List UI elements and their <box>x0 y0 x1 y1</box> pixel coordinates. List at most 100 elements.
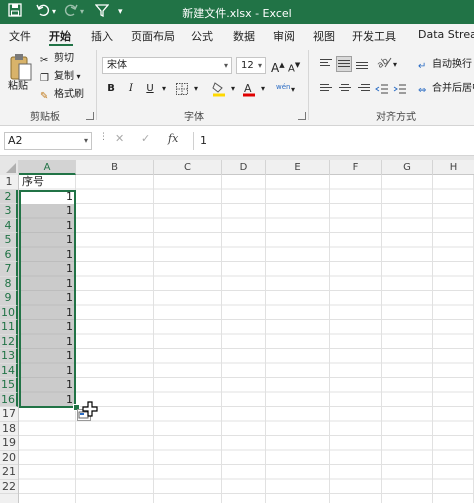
border-icon[interactable] <box>176 83 188 95</box>
align-left-icon[interactable] <box>319 82 333 96</box>
paste-icon[interactable] <box>8 52 32 82</box>
tab-insert[interactable]: 插入 <box>91 28 113 44</box>
font-color-dropdown-icon[interactable]: ▾ <box>256 82 270 96</box>
more-icon[interactable]: ⋮ <box>99 132 108 142</box>
phonetic-guide-button[interactable]: wén <box>276 80 290 94</box>
column-header-b[interactable]: B <box>76 160 154 175</box>
row-header-16[interactable]: 16 <box>0 392 18 407</box>
row-header-6[interactable]: 6 <box>0 247 18 262</box>
cell-a15[interactable]: 1 <box>19 378 75 393</box>
merge-center-button[interactable]: ⇔合并后居中 <box>418 82 474 96</box>
tab-view[interactable]: 视图 <box>313 28 335 44</box>
decrease-indent-icon[interactable] <box>375 82 389 96</box>
bold-button[interactable]: B <box>104 82 118 96</box>
cell-a13[interactable]: 1 <box>19 349 75 364</box>
tab-data[interactable]: 数据 <box>233 28 255 44</box>
increase-indent-icon[interactable] <box>393 82 407 96</box>
row-header-14[interactable]: 14 <box>0 363 18 378</box>
cell-a16[interactable]: 1 <box>19 393 75 408</box>
cell-a3[interactable]: 1 <box>19 204 75 219</box>
row-header-12[interactable]: 12 <box>0 334 18 349</box>
row-header-2[interactable]: 2 <box>0 189 18 204</box>
cell-a5[interactable]: 1 <box>19 233 75 248</box>
format-painter-button[interactable]: ✎ 格式刷 <box>40 88 84 102</box>
decrease-font-button[interactable]: A▼ <box>288 58 300 76</box>
underline-dropdown-icon[interactable]: ▾ <box>157 82 171 96</box>
row-header-15[interactable]: 15 <box>0 378 18 393</box>
column-header-d[interactable]: D <box>222 160 266 175</box>
tab-file[interactable]: 文件 <box>9 28 31 44</box>
column-header-h[interactable]: H <box>433 160 474 175</box>
phonetic-dropdown-icon[interactable]: ▾ <box>291 83 295 97</box>
font-size-box[interactable]: 12 ▾ <box>236 57 266 74</box>
cell-a7[interactable]: 1 <box>19 262 75 277</box>
tab-developer[interactable]: 开发工具 <box>352 28 396 44</box>
tab-formulas[interactable]: 公式 <box>191 28 213 44</box>
font-color-icon[interactable]: A <box>242 81 256 97</box>
select-all-corner[interactable] <box>0 160 19 175</box>
column-header-c[interactable]: C <box>154 160 222 175</box>
column-header-e[interactable]: E <box>266 160 330 175</box>
row-header-19[interactable]: 19 <box>0 436 18 451</box>
wrap-text-button[interactable]: ↵ 自动换行 <box>418 58 472 72</box>
name-box[interactable]: A2 ▾ <box>4 132 92 150</box>
column-header-g[interactable]: G <box>382 160 433 175</box>
row-header-4[interactable]: 4 <box>0 218 18 233</box>
copy-button[interactable]: ❐ 复制 ▾ <box>40 70 81 84</box>
row-header-21[interactable]: 21 <box>0 465 18 480</box>
align-right-icon[interactable] <box>357 82 371 96</box>
wrap-text-icon: ↵ <box>418 61 427 72</box>
row-header-18[interactable]: 18 <box>0 422 18 436</box>
cell-a12[interactable]: 1 <box>19 335 75 350</box>
fill-color-dropdown-icon[interactable]: ▾ <box>226 82 240 96</box>
cancel-icon[interactable]: ✕ <box>115 132 124 145</box>
align-top-icon[interactable] <box>319 57 333 71</box>
worksheet-grid[interactable] <box>19 175 474 503</box>
row-header-3[interactable]: 3 <box>0 204 18 219</box>
cut-button[interactable]: ✂ 剪切 <box>40 52 74 66</box>
cell-a11[interactable]: 1 <box>19 320 75 335</box>
row-header-8[interactable]: 8 <box>0 276 18 291</box>
row-header-1[interactable]: 1 <box>0 175 18 190</box>
font-launcher-icon[interactable] <box>298 112 306 120</box>
clipboard-launcher-icon[interactable] <box>86 112 94 120</box>
row-header-10[interactable]: 10 <box>0 305 18 320</box>
tab-review[interactable]: 审阅 <box>273 28 295 44</box>
italic-button[interactable]: I <box>124 82 138 96</box>
orientation-dropdown-icon[interactable]: ▾ <box>393 58 397 72</box>
cell-a4[interactable]: 1 <box>19 219 75 234</box>
tab-page-layout[interactable]: 页面布局 <box>131 28 175 44</box>
column-header-a[interactable]: A <box>19 160 76 175</box>
row-header-20[interactable]: 20 <box>0 451 18 465</box>
row-header-17[interactable]: 17 <box>0 407 18 422</box>
underline-button[interactable]: U <box>143 82 157 96</box>
cell-a1[interactable]: 序号 <box>22 175 76 190</box>
cell-a10[interactable]: 1 <box>19 306 75 321</box>
paste-button[interactable]: 粘贴 <box>8 80 28 94</box>
formula-input[interactable]: 1 <box>193 132 474 150</box>
align-center-icon[interactable] <box>338 82 352 96</box>
increase-font-button[interactable]: A▲ <box>271 58 285 75</box>
font-name-box[interactable]: 宋体 ▾ <box>102 57 232 74</box>
cell-a8[interactable]: 1 <box>19 277 75 292</box>
align-bottom-icon[interactable] <box>355 57 369 71</box>
tab-home[interactable]: 开始 <box>49 28 71 44</box>
tab-data-stream[interactable]: Data Stream <box>418 28 474 41</box>
cell-a2[interactable]: 1 <box>19 190 75 205</box>
border-dropdown-icon[interactable]: ▾ <box>189 82 203 96</box>
cell-a6[interactable]: 1 <box>19 248 75 263</box>
cell-a9[interactable]: 1 <box>19 291 75 306</box>
row-header-13[interactable]: 13 <box>0 349 18 364</box>
cell-a14[interactable]: 1 <box>19 364 75 379</box>
row-header-9[interactable]: 9 <box>0 291 18 306</box>
row-header-7[interactable]: 7 <box>0 262 18 277</box>
row-header-22[interactable]: 22 <box>0 480 18 494</box>
insert-function-icon[interactable]: fx <box>168 132 178 145</box>
orientation-icon[interactable]: ab <box>376 55 392 71</box>
align-middle-icon[interactable] <box>336 56 352 72</box>
row-header-11[interactable]: 11 <box>0 320 18 335</box>
row-header-5[interactable]: 5 <box>0 233 18 248</box>
enter-icon[interactable]: ✓ <box>141 132 150 145</box>
column-header-f[interactable]: F <box>330 160 382 175</box>
fill-color-icon[interactable] <box>212 81 226 97</box>
